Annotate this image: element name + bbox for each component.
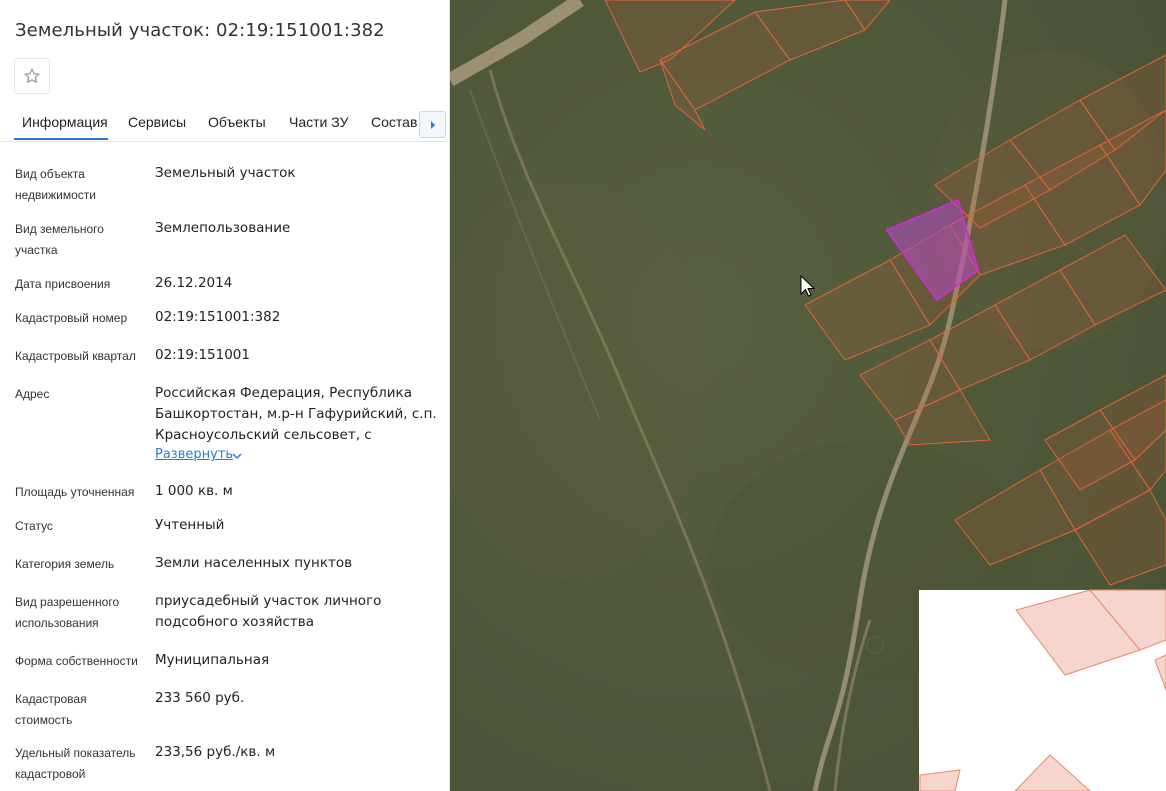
field-value: 233,56 руб./кв. м [155,744,276,760]
address-value: Российская Федерация, Республика Башкорт… [155,385,437,443]
page-title: Земельный участок: 02:19:151001:382 [15,20,385,41]
field-value: 233 560 руб. [155,690,245,706]
active-tab-indicator [14,138,108,140]
field-value: Землепользование [155,220,291,236]
field-label: Категория земель [15,557,115,571]
field-value: приусадебный участок личного подсобного … [155,593,382,630]
tab-services[interactable]: Сервисы [128,114,186,130]
field-label: Форма собственности [15,654,138,668]
chevron-down-icon[interactable] [231,451,243,461]
field-label: Вид разрешенного использования [15,595,120,630]
tab-parts[interactable]: Части ЗУ [289,114,348,130]
field-label: Дата присвоения [15,277,111,291]
field-value: 1 000 кв. м [155,483,233,499]
field-label: Статус [15,519,53,533]
favorite-button[interactable] [14,58,50,94]
field-label: Вид объекта недвижимости [15,167,96,202]
field-value: Муниципальная [155,652,270,668]
field-label: Кадастровая стоимость [15,692,87,727]
tabs-scroll-right-button[interactable] [419,111,446,138]
info-panel: Земельный участок: 02:19:151001:382 Инфо… [0,0,450,791]
field-label: Адрес [15,387,50,401]
tab-info[interactable]: Информация [22,114,108,130]
field-value: 02:19:151001 [155,347,250,363]
expand-link[interactable]: Развернуть [155,447,233,462]
cadastral-number-value: 02:19:151001:382 [155,309,281,325]
tab-bar: Информация Сервисы Объекты Части ЗУ Сост… [0,104,449,142]
field-value: Земли населенных пунктов [155,555,353,571]
tab-composition[interactable]: Состав [371,114,417,130]
field-value: Земельный участок [155,165,296,181]
map-view[interactable] [450,0,1166,791]
field-label: Вид земельного участка [15,222,104,257]
field-label: Кадастровый квартал [15,349,136,363]
field-label: Площадь уточненная [15,485,135,499]
satellite-map[interactable] [450,0,1166,791]
star-icon [24,68,40,83]
caret-right-icon [430,120,435,129]
field-label: Удельный показатель кадастровой [15,746,136,781]
status-value: Учтенный [155,517,225,533]
field-label: Кадастровый номер [15,311,128,325]
field-value: 26.12.2014 [155,275,233,291]
tab-objects[interactable]: Объекты [208,114,266,130]
